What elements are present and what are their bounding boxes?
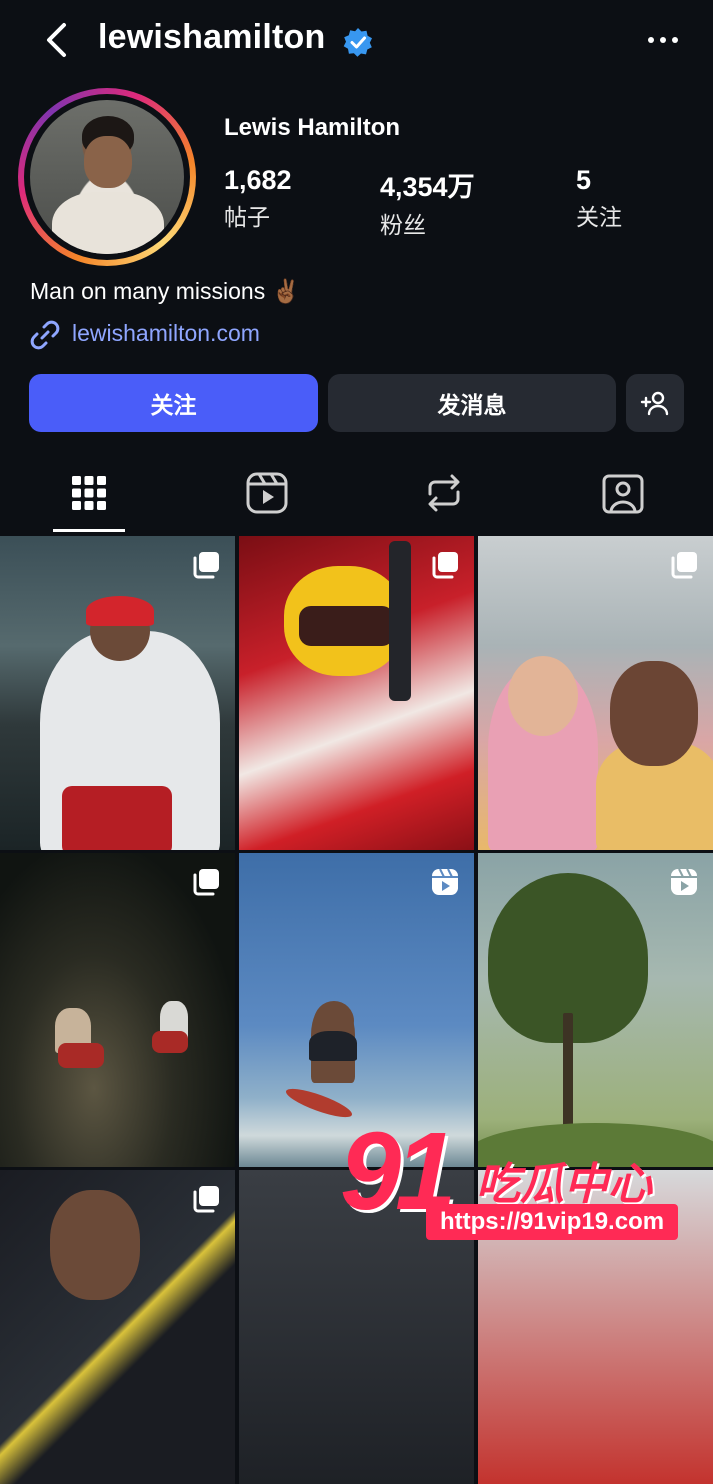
reels-icon bbox=[246, 472, 288, 514]
carousel-icon bbox=[193, 869, 219, 896]
post-thumbnail[interactable] bbox=[239, 536, 474, 850]
follow-button[interactable]: 关注 bbox=[29, 374, 318, 432]
stat-label: 关注 bbox=[576, 204, 622, 230]
watermark-logo-text: 吃瓜中心 bbox=[476, 1160, 652, 1209]
repost-icon bbox=[428, 474, 460, 512]
post-thumbnail[interactable] bbox=[0, 536, 235, 850]
posts-count[interactable]: 1,682 帖子 bbox=[224, 165, 292, 232]
stat-label: 粉丝 bbox=[380, 212, 426, 238]
following-count[interactable]: 5 关注 bbox=[576, 165, 622, 232]
post-thumbnail[interactable] bbox=[478, 536, 713, 850]
reels-badge-icon bbox=[432, 868, 458, 895]
tab-reels[interactable] bbox=[244, 470, 290, 516]
add-person-icon bbox=[640, 391, 669, 416]
tab-reposts[interactable] bbox=[421, 470, 467, 516]
watermark-url: https://91vip19.com bbox=[426, 1204, 679, 1240]
reels-badge-icon bbox=[671, 868, 697, 895]
display-name: Lewis Hamilton bbox=[224, 114, 401, 141]
followers-count[interactable]: 4,354万 粉丝 bbox=[380, 165, 475, 240]
more-options-button[interactable] bbox=[645, 28, 681, 52]
post-thumbnail[interactable] bbox=[478, 853, 713, 1167]
carousel-icon bbox=[193, 1186, 219, 1213]
stat-label: 帖子 bbox=[224, 204, 270, 230]
profile-avatar-story-ring[interactable] bbox=[18, 88, 196, 266]
post-thumbnail[interactable] bbox=[0, 1170, 235, 1484]
suggest-users-button[interactable] bbox=[626, 374, 684, 432]
profile-bio: Man on many missions ✌🏾 bbox=[30, 278, 301, 304]
post-thumbnail[interactable] bbox=[0, 853, 235, 1167]
profile-username: lewishamilton bbox=[98, 18, 326, 56]
chevron-left-icon bbox=[47, 23, 66, 57]
stat-value: 5 bbox=[576, 165, 592, 195]
tab-tagged[interactable] bbox=[600, 470, 646, 516]
carousel-icon bbox=[671, 552, 697, 579]
carousel-icon bbox=[432, 552, 458, 579]
avatar bbox=[30, 100, 184, 254]
stat-value: 1,682 bbox=[224, 165, 292, 195]
verified-badge-icon bbox=[343, 27, 373, 57]
link-icon bbox=[28, 318, 62, 352]
back-button[interactable] bbox=[40, 20, 76, 60]
carousel-icon bbox=[193, 552, 219, 579]
profile-website-link[interactable]: lewishamilton.com bbox=[72, 320, 260, 347]
active-tab-indicator bbox=[53, 529, 125, 532]
tab-posts-grid[interactable] bbox=[66, 470, 112, 516]
stat-value: 4,354万 bbox=[380, 172, 475, 202]
message-button[interactable]: 发消息 bbox=[328, 374, 616, 432]
grid-icon bbox=[72, 476, 106, 510]
tagged-icon bbox=[602, 474, 644, 514]
more-horizontal-icon bbox=[648, 37, 678, 43]
